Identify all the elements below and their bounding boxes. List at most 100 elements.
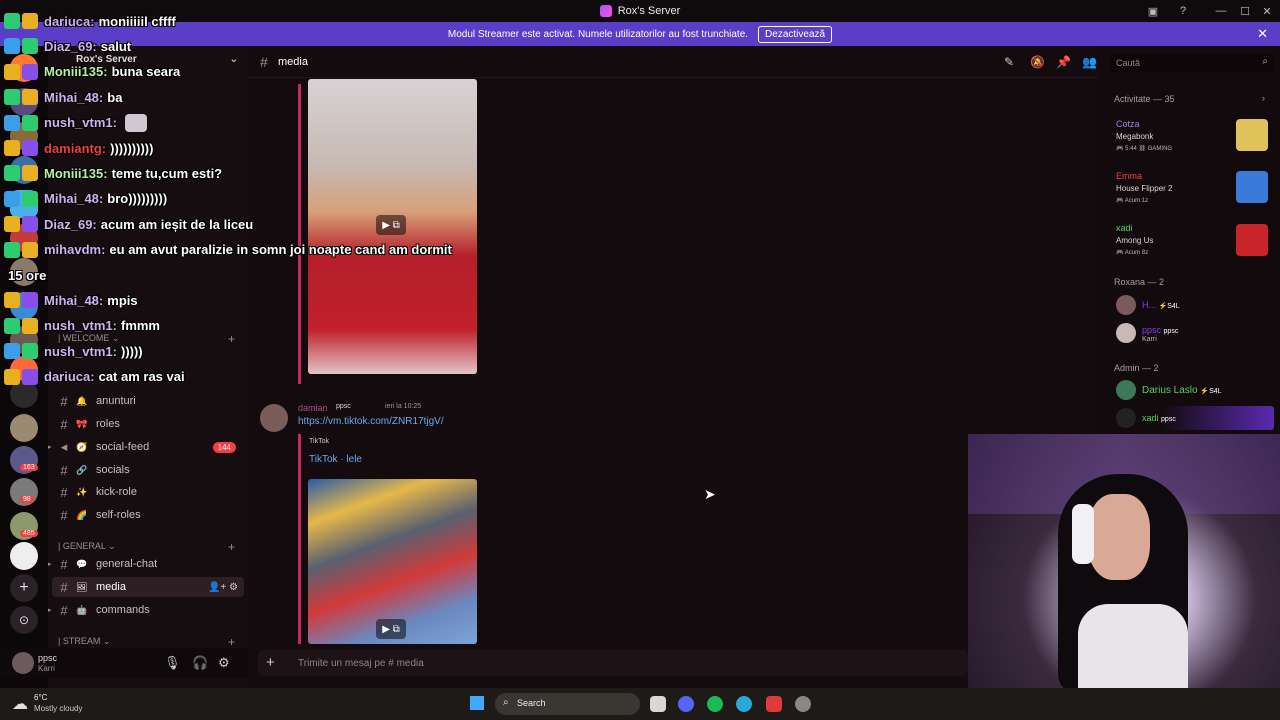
video-thumbnail[interactable]: ▶ ⧉ (308, 79, 477, 374)
channel-roles[interactable]: # 🎀 roles (48, 414, 244, 434)
inbox-icon[interactable]: ▣ (1142, 2, 1164, 20)
message-author[interactable]: damian (298, 403, 328, 413)
notification-icon[interactable]: 🔕 (1030, 55, 1045, 69)
member-name[interactable]: Darius Laslo ⚡S4L (1142, 385, 1222, 396)
minimize-button[interactable]: — (1210, 2, 1232, 20)
category-stream[interactable]: | STREAM ⌄ + (58, 635, 235, 649)
windows-start-icon[interactable] (470, 696, 484, 710)
app-icon[interactable] (766, 696, 782, 712)
channel-general-chat[interactable]: ▸ # 💬 general-chat (48, 554, 244, 574)
threads-icon[interactable]: ✎ (1004, 55, 1014, 69)
add-channel-icon[interactable]: + (228, 332, 235, 346)
discord-icon[interactable] (678, 696, 694, 712)
channel-social-feed[interactable]: ▸ ◂ 🧭 social-feed 144 (48, 437, 244, 457)
spotify-icon[interactable] (707, 696, 723, 712)
add-server-icon[interactable]: + (10, 574, 38, 602)
channel-kick-role[interactable]: # ✨ kick-role (48, 482, 244, 502)
channel-anunturi[interactable]: # 🔔 anunturi (48, 391, 244, 411)
chevron-right-icon[interactable]: › (1262, 93, 1265, 103)
activity-user[interactable]: Emma (1116, 171, 1142, 181)
channel-self-roles[interactable]: # 🌈 self-roles (48, 505, 244, 525)
speaker-icon: ◂ (60, 439, 68, 454)
server-icon[interactable] (10, 380, 38, 408)
channel-sidebar: Rox's Server ⌄ | WELCOME ⌄ + # 🔔 anuntur… (48, 46, 248, 688)
role-header: Roxana — 2 (1114, 277, 1165, 287)
member-name[interactable]: H... ⚡S4L (1142, 300, 1180, 310)
taskbar: ☁ 6°C Mostly cloudy ⌕ Search (0, 688, 1280, 720)
member-highlight (1112, 406, 1274, 430)
hash-icon: # (60, 579, 68, 595)
channel-socials[interactable]: # 🔗 socials (48, 460, 244, 480)
game-icon (1236, 224, 1268, 256)
embed-provider: TikTok (309, 438, 329, 445)
server-icon[interactable] (10, 414, 38, 442)
avatar[interactable] (1116, 295, 1136, 315)
play-icon[interactable]: ▶ ⧉ (376, 215, 406, 235)
edge-icon[interactable] (736, 696, 752, 712)
activity-user[interactable]: xadi (1116, 223, 1133, 233)
weather-desc: Mostly cloudy (34, 704, 83, 713)
avatar[interactable] (12, 652, 34, 674)
avatar[interactable] (1116, 323, 1136, 343)
play-icon[interactable]: ▶ ⧉ (376, 619, 406, 639)
message-link[interactable]: https://vm.tiktok.com/ZNR17tjgV/ (298, 416, 444, 427)
server-icon[interactable] (10, 292, 38, 320)
game-icon (1236, 119, 1268, 151)
file-explorer-icon[interactable] (650, 696, 666, 712)
channel-label: social-feed (96, 441, 150, 453)
steam-icon[interactable] (795, 696, 811, 712)
activity-user[interactable]: Cotza (1116, 119, 1140, 129)
video-thumbnail[interactable]: ▶ ⧉ (308, 479, 477, 644)
avatar[interactable] (260, 404, 288, 432)
taskbar-search[interactable]: ⌕ Search (495, 693, 640, 715)
add-attachment-icon[interactable]: + (266, 654, 275, 671)
gear-icon[interactable]: ⚙ (218, 655, 230, 671)
close-icon[interactable]: ✕ (1257, 26, 1268, 42)
streamer-face (1088, 494, 1150, 580)
help-icon[interactable]: ? (1172, 2, 1194, 20)
pin-icon[interactable]: 📌 (1056, 55, 1071, 69)
unread-badge: 98 (20, 496, 34, 503)
microphone-icon[interactable]: 🎙 (164, 655, 181, 671)
category-general[interactable]: | GENERAL ⌄ + (58, 540, 235, 554)
channel-commands[interactable]: ▸ # 🤖 commands (48, 600, 244, 620)
headphones-icon[interactable]: 🎧 (192, 655, 208, 671)
discover-icon[interactable]: ⊙ (10, 606, 38, 634)
avatar[interactable] (1116, 408, 1136, 428)
server-icon[interactable] (10, 258, 38, 286)
channel-emoji: 💬 (76, 558, 88, 569)
server-icon[interactable] (10, 224, 38, 252)
member-name[interactable]: ppsc ppsc (1142, 325, 1178, 335)
search-input[interactable]: Caută ⌕ (1110, 54, 1274, 72)
server-icon[interactable] (10, 542, 38, 570)
embed-accent-bar (298, 434, 301, 644)
invite-settings-icons[interactable]: 👤+ ⚙ (208, 582, 238, 593)
hash-icon: # (60, 416, 68, 432)
server-icon[interactable] (10, 88, 38, 116)
add-channel-icon[interactable]: + (228, 635, 235, 649)
server-header[interactable]: Rox's Server ⌄ (48, 54, 248, 72)
server-icon[interactable] (10, 156, 38, 184)
weather-icon[interactable]: ☁ (12, 694, 28, 714)
maximize-button[interactable]: ☐ (1234, 2, 1256, 20)
server-icon[interactable] (10, 54, 38, 82)
member-list-icon[interactable]: 👥 (1082, 55, 1097, 69)
avatar[interactable] (1116, 380, 1136, 400)
hash-icon: # (60, 484, 68, 500)
embed-title[interactable]: TikTok · lele (309, 454, 362, 465)
add-channel-icon[interactable]: + (228, 540, 235, 554)
headset (1072, 504, 1094, 564)
channel-label: self-roles (96, 509, 141, 521)
banner-text: Modul Streamer este activat. Numele util… (447, 28, 749, 40)
server-icon[interactable] (10, 326, 38, 354)
server-icon[interactable] (10, 122, 38, 150)
channel-title: media (278, 56, 308, 68)
close-window-button[interactable]: ✕ (1256, 2, 1278, 20)
server-icon[interactable] (10, 190, 38, 218)
channel-emoji: 🎀 (76, 418, 88, 429)
category-welcome[interactable]: | WELCOME ⌄ + (58, 332, 235, 346)
deactivate-button[interactable]: Dezactivează (758, 25, 833, 43)
channel-media[interactable]: # 🖼 media 👤+ ⚙ (52, 577, 244, 597)
member-name[interactable]: xadi ppsc (1142, 413, 1176, 423)
message-input[interactable]: + Trimite un mesaj pe # media (258, 650, 968, 676)
